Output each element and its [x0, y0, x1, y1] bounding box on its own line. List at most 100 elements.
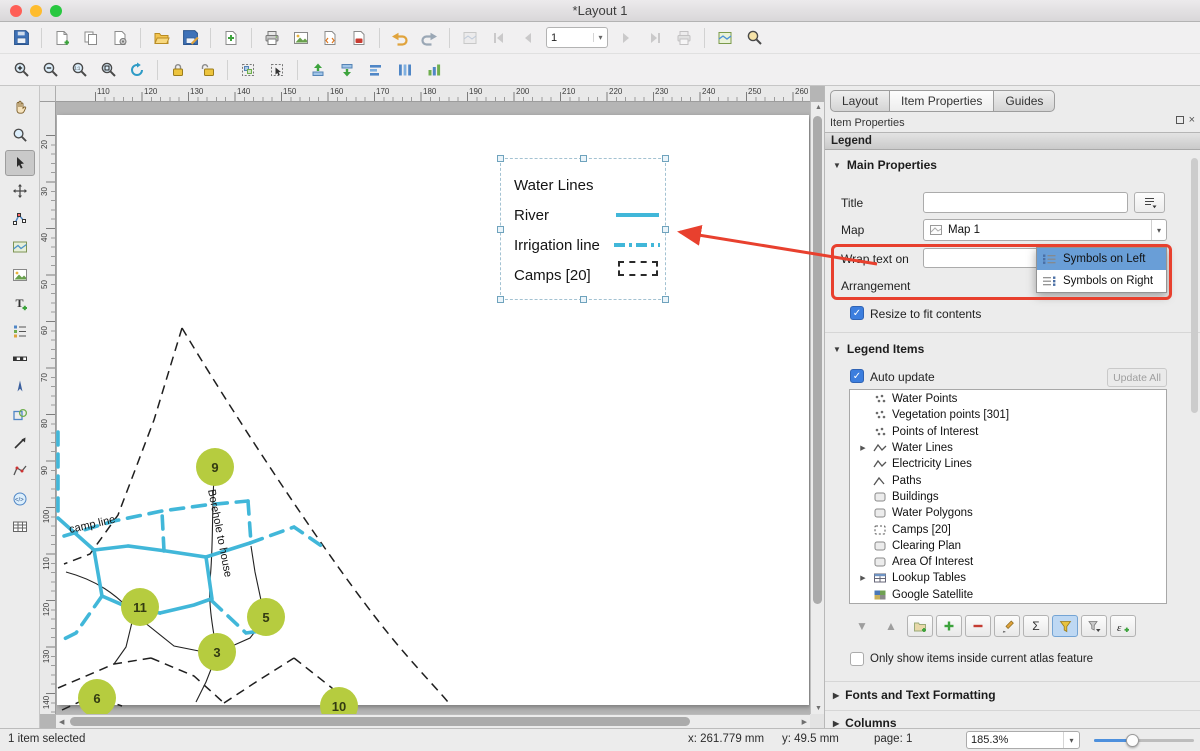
zoom-slider-knob[interactable]: [1126, 734, 1139, 747]
update-all-button[interactable]: Update All: [1107, 368, 1167, 387]
list-item[interactable]: ▶Google Satellite: [850, 587, 1166, 603]
add-legend-tool[interactable]: [5, 318, 35, 344]
zoom-level-combo[interactable]: ▾: [966, 731, 1080, 749]
atlas-preview-button[interactable]: [740, 25, 768, 51]
add-map-tool[interactable]: [5, 234, 35, 260]
refresh-view-button[interactable]: [123, 57, 151, 83]
tab-guides[interactable]: Guides: [993, 90, 1055, 112]
selection-handle[interactable]: [497, 226, 504, 233]
move-item-up-button[interactable]: ▲: [878, 615, 904, 637]
legend-items-list[interactable]: ▶Water Points ▶Vegetation points [301] ▶…: [849, 389, 1167, 604]
list-item[interactable]: ▶Lookup Tables: [850, 570, 1166, 586]
scroll-left-icon[interactable]: ◀: [59, 718, 64, 726]
legend-item[interactable]: Water Lines River Irrigation line Camps …: [500, 158, 666, 300]
atlas-feature-input[interactable]: [547, 32, 593, 44]
zoom-out-button[interactable]: [36, 57, 64, 83]
unlock-all-button[interactable]: [193, 57, 221, 83]
add-item-button[interactable]: [936, 615, 962, 637]
print-button[interactable]: [258, 25, 286, 51]
float-panel-icon[interactable]: [1176, 116, 1184, 124]
atlas-feature-combo[interactable]: ▾: [546, 27, 608, 48]
close-panel-icon[interactable]: ×: [1189, 116, 1195, 124]
auto-update-checkbox[interactable]: ✓: [850, 369, 864, 383]
option-symbols-on-right[interactable]: Symbols on Right: [1037, 270, 1166, 292]
add-north-arrow-tool[interactable]: [5, 374, 35, 400]
list-item[interactable]: ▶Water Lines: [850, 440, 1166, 456]
tab-item-properties[interactable]: Item Properties: [889, 90, 994, 112]
collapse-triangle-icon[interactable]: ▼: [833, 161, 841, 170]
add-attribute-table-tool[interactable]: [5, 514, 35, 540]
atlas-next-feature-button[interactable]: [612, 25, 640, 51]
add-arrow-tool[interactable]: [5, 430, 35, 456]
remove-item-button[interactable]: [965, 615, 991, 637]
list-item[interactable]: ▶Vegetation points [301]: [850, 407, 1166, 423]
edit-item-button[interactable]: [994, 615, 1020, 637]
duplicate-layout-button[interactable]: [77, 25, 105, 51]
list-item[interactable]: ▶Area Of Interest: [850, 554, 1166, 570]
layout-manager-button[interactable]: [106, 25, 134, 51]
open-template-button[interactable]: [147, 25, 175, 51]
selection-handle[interactable]: [497, 296, 504, 303]
scroll-up-icon[interactable]: ▲: [815, 104, 822, 111]
add-html-tool[interactable]: </>: [5, 486, 35, 512]
selection-handle[interactable]: [497, 155, 504, 162]
list-item[interactable]: ▶Buildings: [850, 489, 1166, 505]
option-symbols-on-left[interactable]: Symbols on Left: [1037, 248, 1166, 270]
panel-scroll-thumb[interactable]: [1191, 158, 1198, 413]
add-group-button[interactable]: [907, 615, 933, 637]
save-project-button[interactable]: [7, 25, 35, 51]
close-window-button[interactable]: [10, 5, 22, 17]
new-layout-button[interactable]: [48, 25, 76, 51]
add-pages-button[interactable]: [217, 25, 245, 51]
selection-handle[interactable]: [580, 155, 587, 162]
filter-legend-button[interactable]: [1052, 615, 1078, 637]
list-item[interactable]: ▶Water Points: [850, 391, 1166, 407]
list-item[interactable]: ▶Paths: [850, 472, 1166, 488]
zoom-level-input[interactable]: [967, 734, 1063, 746]
vertical-scroll-thumb[interactable]: [813, 116, 822, 604]
legend-title-input[interactable]: [923, 192, 1128, 213]
export-svg-button[interactable]: [316, 25, 344, 51]
edit-nodes-tool[interactable]: [5, 206, 35, 232]
filter-by-expression-button[interactable]: ε: [1110, 615, 1136, 637]
selection-handle[interactable]: [662, 226, 669, 233]
distribute-items-button[interactable]: [391, 57, 419, 83]
add-shape-tool[interactable]: [5, 402, 35, 428]
export-pdf-button[interactable]: [345, 25, 373, 51]
export-image-button[interactable]: [287, 25, 315, 51]
minimize-window-button[interactable]: [30, 5, 42, 17]
map-select-combo[interactable]: Map 1 ▾: [923, 219, 1167, 241]
atlas-settings-button[interactable]: [456, 25, 484, 51]
selection-handle[interactable]: [580, 296, 587, 303]
expander-icon[interactable]: ▶: [858, 574, 868, 582]
selection-handle[interactable]: [662, 296, 669, 303]
select-move-item-tool[interactable]: [5, 150, 35, 176]
horizontal-scroll-thumb[interactable]: [70, 717, 690, 726]
atlas-filter-checkbox[interactable]: [850, 652, 864, 666]
zoom-full-button[interactable]: [94, 57, 122, 83]
expander-icon[interactable]: ▶: [858, 444, 868, 452]
print-atlas-button[interactable]: [670, 25, 698, 51]
list-item[interactable]: ▶Water Polygons: [850, 505, 1166, 521]
page-viewport[interactable]: 9 11 5 3 6 10 camp line Borehole to hous…: [56, 102, 810, 714]
layout-canvas[interactable]: 110 120 130 140 150 160 170 180 190 200 …: [40, 86, 824, 728]
zoom-in-button[interactable]: [7, 57, 35, 83]
data-defined-override-button[interactable]: [1134, 192, 1165, 213]
atlas-last-feature-button[interactable]: [641, 25, 669, 51]
scroll-right-icon[interactable]: ▶: [802, 718, 807, 726]
lower-items-button[interactable]: [333, 57, 361, 83]
group-items-button[interactable]: [234, 57, 262, 83]
raise-items-button[interactable]: [304, 57, 332, 83]
resize-to-fit-checkbox[interactable]: ✓: [850, 306, 864, 320]
list-item[interactable]: ▶Clearing Plan: [850, 538, 1166, 554]
selection-handle[interactable]: [662, 155, 669, 162]
atlas-first-feature-button[interactable]: [485, 25, 513, 51]
vertical-scrollbar[interactable]: ▲ ▼: [810, 102, 824, 714]
scroll-down-icon[interactable]: ▼: [815, 705, 822, 712]
expand-triangle-icon[interactable]: ▶: [833, 691, 839, 700]
add-label-tool[interactable]: T: [5, 290, 35, 316]
zoom-actual-button[interactable]: 1:1: [65, 57, 93, 83]
zoom-slider[interactable]: [1094, 739, 1194, 742]
main-properties-section[interactable]: ▼ Main Properties: [833, 158, 937, 172]
legend-items-section[interactable]: ▼ Legend Items: [833, 342, 924, 356]
